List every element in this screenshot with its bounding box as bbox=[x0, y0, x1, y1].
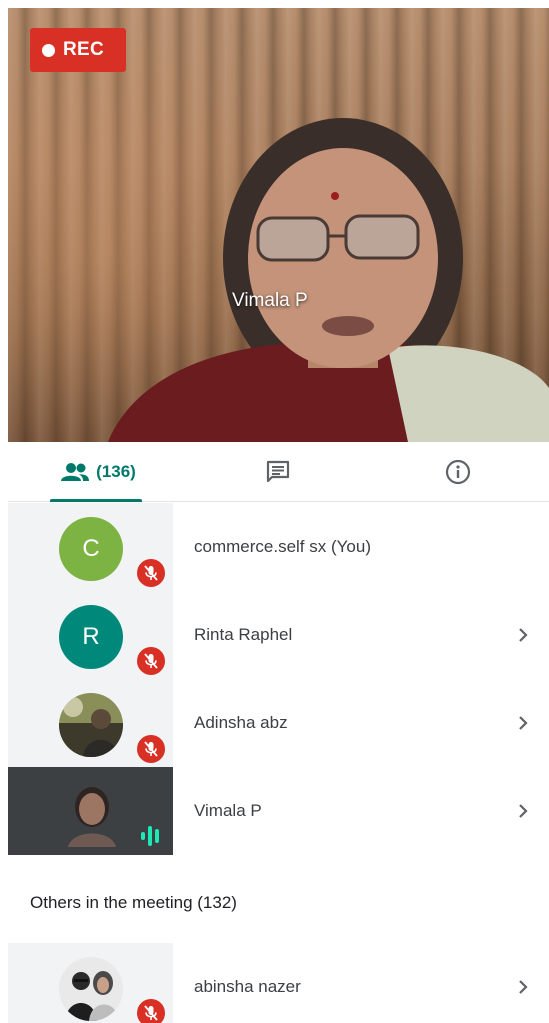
avatar-cell: R bbox=[8, 591, 173, 679]
avatar-video bbox=[62, 777, 122, 847]
people-count: (136) bbox=[96, 462, 136, 481]
chevron-right-icon[interactable] bbox=[513, 801, 533, 821]
speaker-name-label: Vimala P bbox=[232, 290, 308, 311]
speaking-indicator-icon bbox=[141, 826, 159, 846]
speaker-video-image bbox=[108, 118, 549, 442]
panel-tabs: (136) bbox=[8, 442, 549, 502]
chat-icon bbox=[266, 460, 290, 483]
chevron-right-icon[interactable] bbox=[513, 713, 533, 733]
participant-name: Vimala P bbox=[194, 801, 262, 820]
mic-off-icon bbox=[135, 645, 167, 677]
participant-name: Rinta Raphel bbox=[194, 625, 293, 644]
avatar-cell: C bbox=[8, 503, 173, 591]
tab-info[interactable] bbox=[368, 442, 548, 502]
meet-app: REC Vimala P (136) C commerce.self sx (Y… bbox=[0, 0, 549, 1023]
participant-row[interactable]: abinsha nazer bbox=[8, 943, 549, 1023]
participant-name: Adinsha abz bbox=[194, 713, 288, 732]
participant-row[interactable]: Vimala P bbox=[8, 767, 549, 855]
participant-row[interactable]: C commerce.self sx (You) bbox=[8, 503, 549, 591]
participant-row[interactable]: Adinsha abz bbox=[8, 679, 549, 767]
info-icon bbox=[445, 459, 471, 485]
active-tab-indicator bbox=[50, 499, 142, 502]
avatar-cell bbox=[8, 679, 173, 767]
chevron-right-icon[interactable] bbox=[513, 977, 533, 997]
record-dot-icon bbox=[42, 43, 55, 57]
avatar-cell bbox=[8, 943, 173, 1023]
avatar: R bbox=[59, 605, 123, 669]
people-icon bbox=[61, 463, 90, 481]
tab-people[interactable]: (136) bbox=[8, 442, 188, 502]
avatar-cell bbox=[8, 767, 173, 855]
avatar-photo bbox=[59, 957, 123, 1021]
mic-off-icon bbox=[135, 557, 167, 589]
recording-badge: REC bbox=[30, 28, 126, 72]
chevron-right-icon[interactable] bbox=[513, 625, 533, 645]
main-video-tile[interactable]: REC Vimala P bbox=[8, 8, 549, 442]
tab-chat[interactable] bbox=[188, 442, 368, 502]
avatar: C bbox=[59, 517, 123, 581]
participant-list: C commerce.self sx (You) R Rinta Raphel bbox=[8, 503, 549, 1023]
participant-name: abinsha nazer bbox=[194, 977, 301, 996]
mic-off-icon bbox=[135, 733, 167, 765]
participant-name: commerce.self sx (You) bbox=[194, 537, 371, 556]
recording-label: REC bbox=[63, 39, 105, 60]
participant-row[interactable]: R Rinta Raphel bbox=[8, 591, 549, 679]
others-section-header: Others in the meeting (132) bbox=[30, 893, 237, 912]
mic-off-icon bbox=[135, 997, 167, 1023]
avatar-photo bbox=[59, 693, 123, 757]
